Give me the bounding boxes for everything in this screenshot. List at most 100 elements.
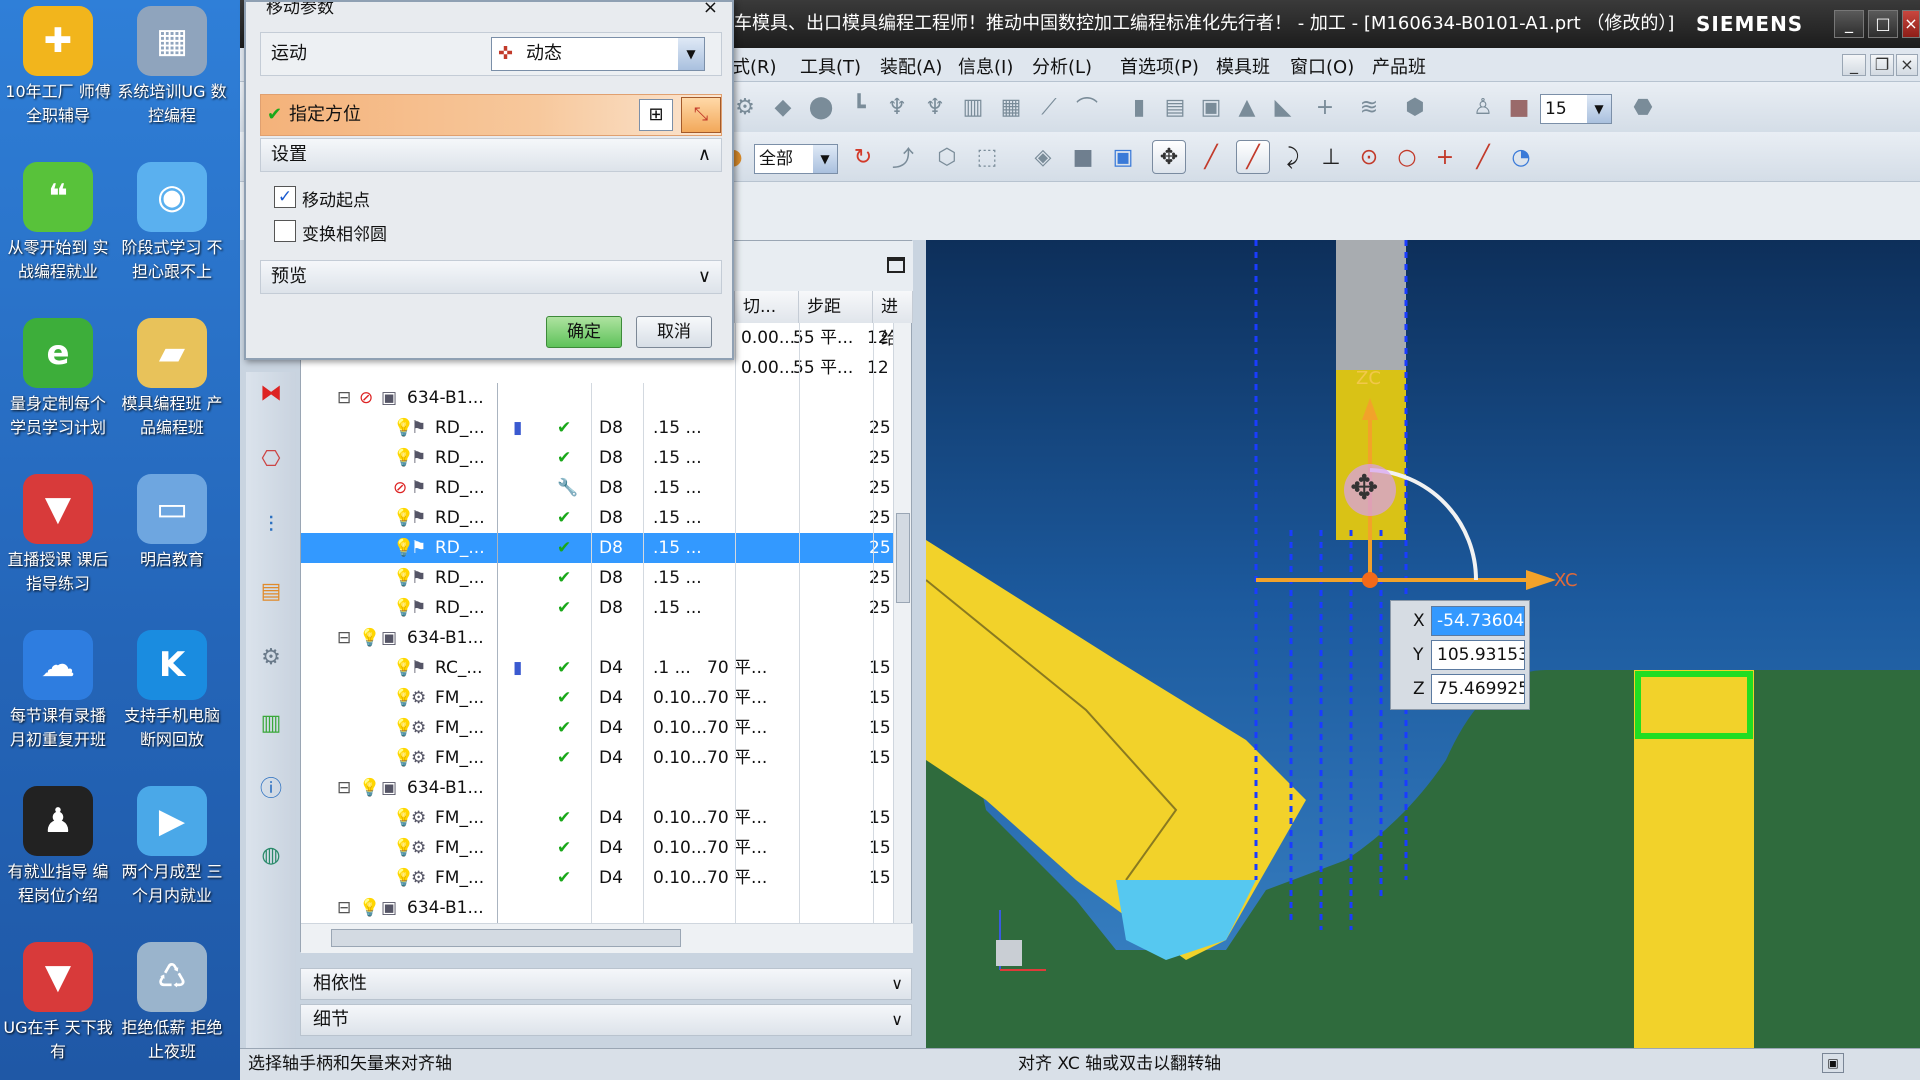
mdi-close-button[interactable]: × (1896, 54, 1918, 76)
line-icon[interactable]: ╱ (1466, 140, 1500, 174)
select-box-icon[interactable]: ⬚ (970, 140, 1004, 174)
tool-icon[interactable]: ⧓ (253, 376, 289, 412)
motion-select[interactable]: ✜ 动态 ▼ (491, 37, 705, 71)
program-group-row[interactable]: ⊟ 💡 ▣ 634-B1... (301, 623, 897, 653)
operation-row[interactable]: 💡 ⚑ RC_... ▮ ✔ D4.1 ... 70 平... 15 (301, 653, 897, 683)
plus-icon[interactable]: + (1308, 90, 1342, 124)
chevron-down-icon[interactable]: ▼ (813, 145, 837, 173)
csys-button[interactable]: ⤡ (681, 97, 721, 133)
line-icon[interactable]: ╱ (1194, 140, 1228, 174)
tool-icon[interactable]: ▥ (956, 90, 990, 124)
point-dialog-button[interactable]: ⊞ (639, 99, 673, 131)
minimize-button[interactable]: _ (1834, 10, 1864, 38)
plus-icon[interactable]: + (1428, 140, 1462, 174)
tool-icon[interactable]: ↻ (846, 140, 880, 174)
tool-icon[interactable]: ┗ (842, 90, 876, 124)
horizontal-scrollbar[interactable] (301, 923, 913, 953)
desktop-shortcut[interactable]: ▭ 明启教育 (116, 474, 228, 572)
menu-format[interactable]: 式(R) (732, 53, 777, 79)
move-handle-icon[interactable]: ✥ (1152, 140, 1186, 174)
program-group-row[interactable]: ⊟ 💡 ▣ 634-B1... (301, 893, 897, 923)
tool-icon[interactable]: ▮ (1122, 90, 1156, 124)
desktop-shortcut[interactable]: ☁ 每节课有录播 月初重复开班 (2, 630, 114, 752)
program-group-row[interactable]: ⊟ ⊘ ▣ 634-B1... (301, 383, 897, 413)
tool-icon[interactable]: ▲ (1230, 90, 1264, 124)
operation-row[interactable]: 💡 ⚑ RD_... ▮ ✔ D8.15 ... 25 (301, 413, 897, 443)
tool-icon[interactable]: ◣ (1266, 90, 1300, 124)
tool-icon[interactable]: ⤴ (886, 140, 920, 174)
desktop-shortcut[interactable]: ▼ UG在手 天下我有 (2, 942, 114, 1064)
details-panel[interactable]: 细节 ∨ (300, 1004, 912, 1036)
menu-information[interactable]: 信息(I) (958, 53, 1013, 79)
operation-row[interactable]: 💡 ⚑ RD_... ✔ D8.15 ... 25 (301, 563, 897, 593)
column-header-step[interactable]: 步距 (799, 291, 873, 323)
operation-row[interactable]: 💡 ⚙ FM_... ✔ D4 0.10... 70 平... 15 (301, 863, 897, 893)
tool-icon[interactable]: ▦ (994, 90, 1028, 124)
column-header-feed[interactable]: 进给 (873, 291, 913, 349)
tool-icon[interactable]: ♙ (1466, 90, 1500, 124)
menu-preferences[interactable]: 首选项(P) (1120, 53, 1199, 79)
maximize-pane-icon[interactable] (887, 257, 905, 273)
chevron-down-icon[interactable]: ∨ (698, 261, 711, 293)
operation-row[interactable]: ⊘ ⚑ RD_... 🔧 D8.15 ... 25 (301, 473, 897, 503)
menu-tools[interactable]: 工具(T) (800, 53, 861, 79)
tool-icon[interactable]: ◆ (766, 90, 800, 124)
tool-icon[interactable]: ■ (1502, 90, 1536, 124)
line-icon[interactable]: ╱ (1236, 140, 1270, 174)
menu-assembly[interactable]: 装配(A) (880, 53, 942, 79)
desktop-shortcut[interactable]: K 支持手机电脑 断网回放 (116, 630, 228, 752)
desktop-shortcut[interactable]: ♺ 拒绝低薪 拒绝止夜班 (116, 942, 228, 1064)
chevron-down-icon[interactable]: ▼ (678, 38, 704, 70)
number-select[interactable]: 15 ▼ (1540, 94, 1612, 124)
desktop-shortcut[interactable]: ▼ 直播授课 课后指导练习 (2, 474, 114, 596)
scrollbar-thumb[interactable] (331, 929, 681, 947)
tool-icon[interactable]: ⌒ (1070, 90, 1104, 124)
chevron-down-icon[interactable]: ▼ (1587, 95, 1611, 123)
desktop-shortcut[interactable]: ▶ 两个月成型 三个月内就业 (116, 786, 228, 908)
settings-header[interactable]: 设置 ∧ (260, 138, 722, 172)
close-icon[interactable]: × (703, 2, 718, 17)
mdi-restore-button[interactable]: ❐ (1870, 54, 1894, 76)
chevron-down-icon[interactable]: ∨ (891, 1005, 903, 1035)
operation-row[interactable]: 💡 ⚙ FM_... ✔ D4 0.10... 70 平... 15 (301, 833, 897, 863)
tool-icon[interactable]: ◍ (253, 838, 289, 874)
operation-row[interactable]: 💡 ⚙ FM_... ✔ D4 0.10... 70 平... 15 (301, 803, 897, 833)
scrollbar-thumb[interactable] (896, 513, 910, 603)
menu-mold-class[interactable]: 模具班 (1216, 53, 1270, 79)
operation-row[interactable]: 💡 ⚙ FM_... ✔ D4 0.10... 70 平... 15 (301, 683, 897, 713)
chevron-up-icon[interactable]: ∧ (698, 139, 711, 171)
operation-row[interactable]: 💡 ⚑ RD_... ✔ D8.15 ... 25 (301, 533, 897, 563)
tool-icon[interactable]: ⬢ (1398, 90, 1432, 124)
tool-icon[interactable]: ⊥ (1314, 140, 1348, 174)
tool-icon[interactable]: ♆ (918, 90, 952, 124)
desktop-shortcut[interactable]: ◉ 阶段式学习 不担心跟不上 (116, 162, 228, 284)
tool-icon[interactable]: ▤ (1158, 90, 1192, 124)
desktop-shortcut[interactable]: ▦ 系统培训UG 数控编程 (116, 6, 228, 128)
tool-icon[interactable]: ◔ (1504, 140, 1538, 174)
y-input[interactable]: 105.93153 (1431, 640, 1525, 670)
vertical-scrollbar[interactable] (893, 323, 911, 923)
filter-select[interactable]: 全部 ▼ (754, 144, 838, 174)
desktop-shortcut[interactable]: ❝ 从零开始到 实战编程就业 (2, 162, 114, 284)
operation-row[interactable]: 💡 ⚑ RD_... ✔ D8.15 ... 25 (301, 593, 897, 623)
move-origin-checkbox[interactable]: ✓ (274, 186, 296, 208)
specify-orientation-row[interactable]: ✔ 指定方位 ⊞ ⤡ (260, 94, 722, 136)
tool-icon[interactable]: ⬣ (1626, 90, 1660, 124)
desktop-shortcut[interactable]: ✚ 10年工厂 师傅全职辅导 (2, 6, 114, 128)
operation-row[interactable]: 💡 ⚙ FM_... ✔ D4 0.10... 70 平... 15 (301, 713, 897, 743)
dependency-panel[interactable]: 相依性 ∨ (300, 968, 912, 1000)
menu-analysis[interactable]: 分析(L) (1032, 53, 1092, 79)
swap-adjacent-checkbox[interactable] (274, 220, 296, 242)
tool-icon[interactable]: ≋ (1352, 90, 1386, 124)
cube-icon[interactable]: ■ (1066, 140, 1100, 174)
menu-product-class[interactable]: 产品班 (1372, 53, 1426, 79)
tool-icon[interactable]: ⟋ (1032, 90, 1066, 124)
info-icon[interactable]: ⓘ (253, 772, 289, 808)
ok-button[interactable]: 确定 (546, 316, 622, 348)
tool-icon[interactable]: ▣ (1194, 90, 1228, 124)
close-button[interactable]: × (1902, 10, 1920, 38)
chevron-down-icon[interactable]: ∨ (891, 969, 903, 999)
mdi-minimize-button[interactable]: _ (1842, 54, 1866, 76)
desktop-shortcut[interactable]: ♟ 有就业指导 编程岗位介绍 (2, 786, 114, 908)
preview-header[interactable]: 预览 ∨ (260, 260, 722, 294)
